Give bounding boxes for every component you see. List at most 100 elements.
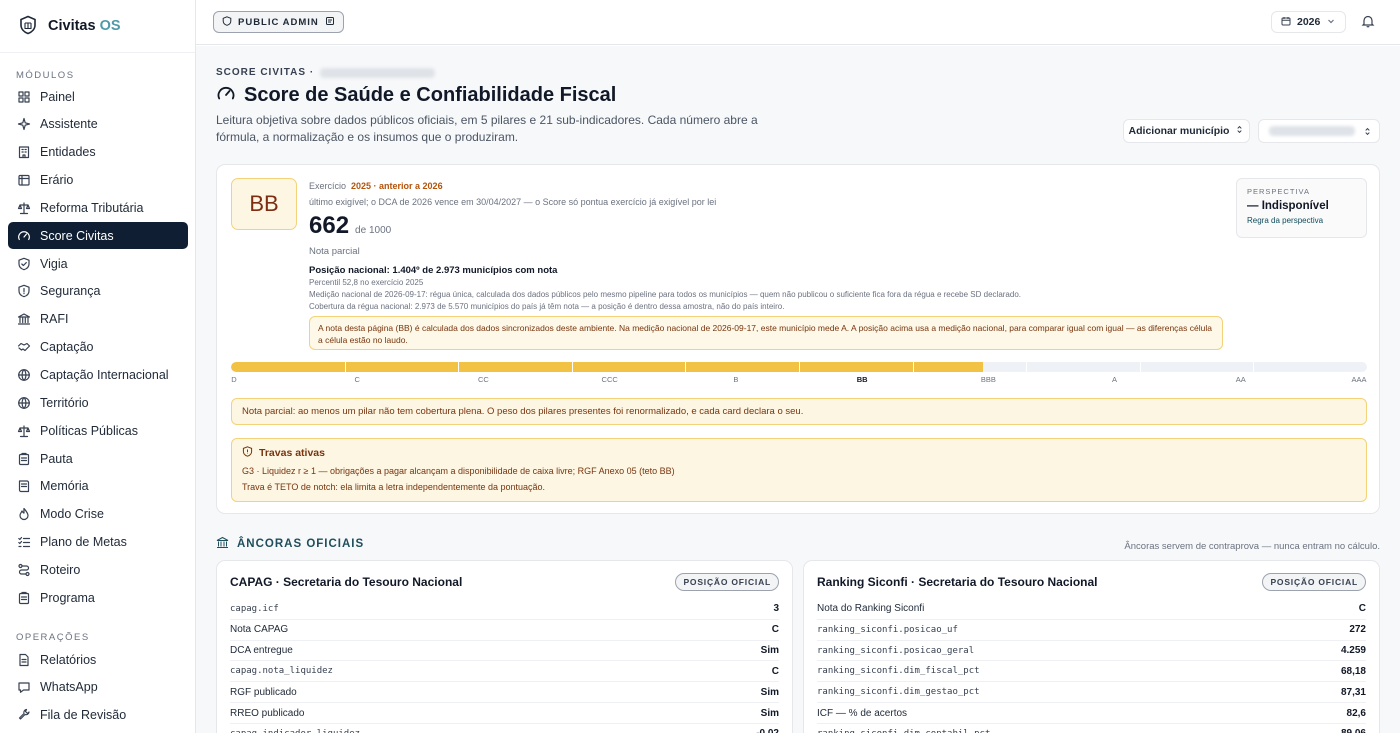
breadcrumb-label: SCORE CIVITAS ·	[216, 67, 315, 78]
sidebar-item-pauta[interactable]: Pauta	[8, 445, 188, 472]
anchor-row[interactable]: Nota do Ranking Siconfi C	[817, 598, 1366, 619]
rating-scale-label: B	[733, 375, 739, 384]
document-icon	[17, 653, 31, 667]
sidebar-item-reforma-tributaria[interactable]: Reforma Tributária	[8, 194, 188, 221]
sidebar-item-label: Entidades	[40, 145, 96, 160]
sidebar-item-label: Score Civitas	[40, 228, 114, 243]
sidebar-item-label: Painel	[40, 89, 75, 104]
anchor-row[interactable]: RREO publicado Sim	[230, 702, 779, 723]
medicao-line: Medição nacional de 2026-09-17: régua ún…	[309, 290, 1021, 299]
sidebar-item-roteiro[interactable]: Roteiro	[8, 556, 188, 583]
anchor-row[interactable]: ranking_siconfi.dim_gestao_pct 87,31	[817, 681, 1366, 702]
rating-scale-label: AA	[1235, 375, 1246, 384]
route-icon	[17, 563, 31, 577]
anchor-row-value: 4.259	[1340, 645, 1366, 657]
anchor-row-label: ranking_siconfi.dim_contabil_pct	[817, 729, 990, 733]
sidebar-item-plano-de-metas[interactable]: Plano de Metas	[8, 529, 188, 556]
year-select[interactable]: 2026	[1271, 11, 1346, 33]
exercicio-label: Exercício	[309, 181, 347, 191]
anchor-row[interactable]: RGF publicado Sim	[230, 681, 779, 702]
sidebar-item-whatsapp[interactable]: WhatsApp	[8, 674, 188, 701]
anchor-row-label: ranking_siconfi.posicao_uf	[817, 624, 958, 635]
sidebar-item-painel[interactable]: Painel	[8, 83, 188, 110]
add-municipio-label: Adicionar município	[1128, 125, 1230, 137]
official-position-badge: POSIÇÃO OFICIAL	[675, 573, 779, 591]
shield-logo-icon	[18, 15, 38, 38]
sidebar-item-label: Fila de Revisão	[40, 708, 127, 723]
bell-icon[interactable]	[1361, 14, 1375, 28]
anchor-row[interactable]: Nota CAPAG C	[230, 618, 779, 640]
score-value[interactable]: 662 de 1000	[309, 212, 391, 240]
sidebar-item-modo-crise[interactable]: Modo Crise	[8, 501, 188, 528]
sidebar-item-seguranca[interactable]: Segurança	[8, 278, 188, 305]
page-subtitle: Leitura objetiva sobre dados públicos of…	[216, 113, 758, 144]
score-card: BB Exercício 2025 · anterior a 2026 últim…	[216, 164, 1380, 514]
bank-icon	[17, 312, 31, 326]
sidebar-item-programa[interactable]: Programa	[8, 584, 188, 611]
anchor-row[interactable]: ranking_siconfi.dim_contabil_pct 89,06	[817, 722, 1366, 733]
rating-scale-divider	[571, 362, 573, 372]
rating-scale-divider	[1253, 362, 1255, 372]
sidebar-item-label: Políticas Públicas	[40, 423, 138, 438]
anchor-row-value: 68,18	[1340, 665, 1366, 677]
sidebar-item-politicas-publicas[interactable]: Políticas Públicas	[8, 417, 188, 444]
sidebar-item-entidades[interactable]: Entidades	[8, 139, 188, 166]
anchor-row[interactable]: capag.nota_liquidez C	[230, 660, 779, 681]
sidebar-item-rafi[interactable]: RAFI	[8, 306, 188, 333]
anchor-row-value: -0,02	[756, 728, 779, 733]
sidebar-item-label: Plano de Metas	[40, 535, 127, 550]
rating-scale-divider	[1139, 362, 1141, 372]
anchor-row[interactable]: DCA entregue Sim	[230, 639, 779, 661]
topbar: PUBLIC ADMIN 2026	[196, 0, 1400, 45]
brand-suffix: OS	[99, 18, 121, 34]
rating-scale-divider	[344, 362, 346, 372]
anchor-row-label: capag.indicador_liquidez	[230, 729, 360, 733]
globe-icon	[17, 368, 31, 382]
grade-badge[interactable]: BB	[231, 178, 297, 230]
book-icon	[17, 479, 31, 493]
sidebar-item-label: Território	[40, 395, 89, 410]
sidebar-item-label: Roteiro	[40, 562, 81, 577]
clipboard-icon	[17, 452, 31, 466]
sidebar-item-captacao-internacional[interactable]: Captação Internacional	[8, 362, 188, 389]
anchor-row[interactable]: ranking_siconfi.posicao_uf 272	[817, 618, 1366, 640]
nota-parcial-label: Nota parcial	[309, 246, 360, 257]
anchor-row-value: C	[1358, 603, 1366, 614]
grid-icon	[17, 90, 31, 104]
anchor-row-value: 82,6	[1346, 707, 1366, 719]
public-admin-badge[interactable]: PUBLIC ADMIN	[213, 11, 344, 33]
sidebar-item-relatorios[interactable]: Relatórios	[8, 646, 188, 673]
brand[interactable]: Civitas OS	[0, 0, 195, 53]
score-number: 662	[309, 212, 350, 239]
anchor-row[interactable]: capag.icf 3	[230, 598, 779, 619]
anchor-row-value: 89,06	[1341, 728, 1366, 733]
anchor-row-label: capag.icf	[230, 603, 279, 614]
add-municipio-button[interactable]: Adicionar município	[1123, 119, 1250, 143]
bank-icon	[216, 536, 229, 552]
rating-scale-label: C	[354, 375, 360, 384]
perspectiva-rule-link[interactable]: Regra da perspectiva	[1247, 216, 1356, 225]
anchor-row-label: Nota do Ranking Siconfi	[817, 603, 925, 614]
anchor-row-value: C	[771, 624, 779, 636]
sidebar-item-territorio[interactable]: Território	[8, 389, 188, 416]
anchor-row[interactable]: ICF — % de acertos 82,6	[817, 702, 1366, 723]
public-admin-label: PUBLIC ADMIN	[238, 16, 319, 28]
sidebar-item-fila-de-revisao[interactable]: Fila de Revisão	[8, 702, 188, 729]
rating-scale-label: A	[1112, 375, 1118, 384]
anchor-row[interactable]: capag.indicador_liquidez -0,02	[230, 722, 779, 733]
sidebar-item-memoria[interactable]: Memória	[8, 473, 188, 500]
building-icon	[17, 145, 31, 159]
rating-scale-bar	[231, 362, 1367, 372]
sidebar-item-captacao[interactable]: Captação	[8, 334, 188, 361]
sidebar-item-score-civitas[interactable]: Score Civitas	[8, 222, 188, 250]
sidebar-item-erario[interactable]: Erário	[8, 167, 188, 194]
anchor-row[interactable]: ranking_siconfi.posicao_geral 4.259	[817, 639, 1366, 661]
anchor-row-label: Nota CAPAG	[230, 624, 289, 636]
sidebar-item-vigia[interactable]: Vigia	[8, 250, 188, 277]
sidebar-item-assistente[interactable]: Assistente	[8, 111, 188, 138]
sparkles-icon	[17, 117, 31, 131]
municipio-select[interactable]	[1258, 119, 1380, 143]
travas-title: Travas ativas	[259, 447, 325, 459]
anchor-row[interactable]: ranking_siconfi.dim_fiscal_pct 68,18	[817, 660, 1366, 681]
anchor-row-label: RREO publicado	[230, 707, 305, 719]
